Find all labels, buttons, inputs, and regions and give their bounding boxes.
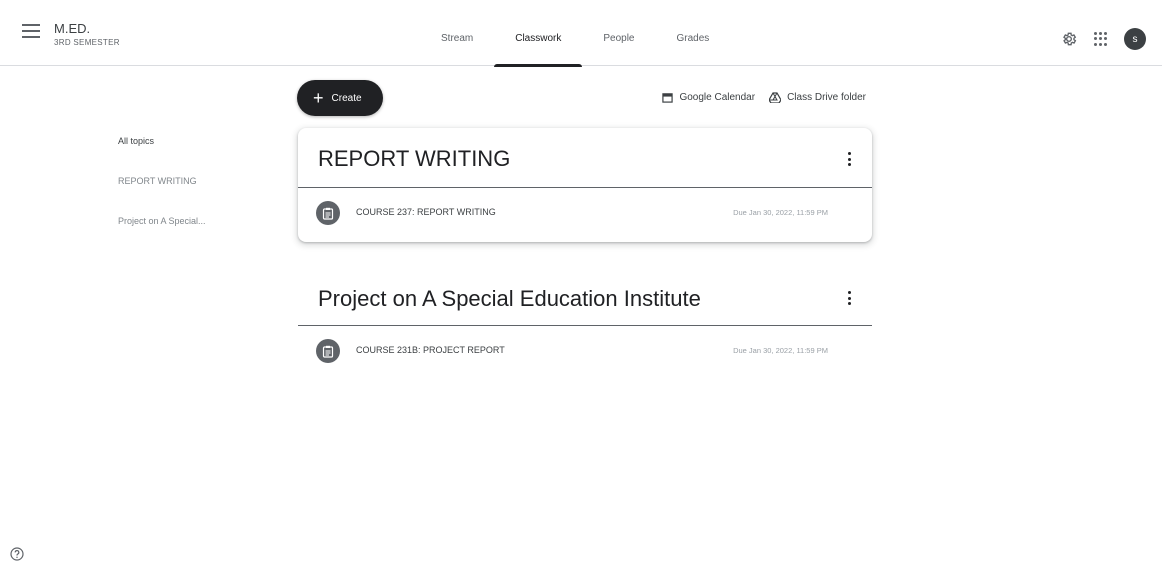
google-calendar-label: Google Calendar — [679, 92, 756, 103]
topic-header: REPORT WRITING — [298, 128, 872, 188]
help-icon[interactable] — [10, 547, 24, 561]
create-button[interactable]: + Create — [297, 80, 383, 116]
tab-classwork[interactable]: Classwork — [494, 0, 583, 67]
topics-list: All topics REPORT WRITING Project on A S… — [118, 136, 206, 256]
settings-gear-icon[interactable] — [1060, 30, 1078, 48]
topic-section-project: Project on A Special Education Institute… — [298, 276, 872, 376]
assignment-item[interactable]: COURSE 231B: PROJECT REPORT Due Jan 30, … — [298, 326, 872, 376]
create-label: Create — [331, 92, 362, 104]
class-section: 3RD SEMESTER — [54, 38, 120, 47]
top-bar: M.ED. 3RD SEMESTER Stream Classwork Peop… — [0, 0, 1162, 67]
account-avatar[interactable]: s — [1124, 28, 1146, 50]
topic-all[interactable]: All topics — [118, 136, 206, 146]
top-actions: s — [1060, 28, 1146, 50]
more-vert-icon[interactable] — [846, 152, 852, 166]
class-drive-link[interactable]: Class Drive folder — [769, 92, 866, 103]
topic-report-writing[interactable]: REPORT WRITING — [118, 176, 206, 186]
assignment-title: COURSE 231B: PROJECT REPORT — [356, 345, 505, 355]
assignment-item[interactable]: COURSE 237: REPORT WRITING Due Jan 30, 2… — [298, 188, 872, 238]
class-tabs: Stream Classwork People Grades — [420, 0, 731, 67]
apps-grid-icon[interactable] — [1094, 32, 1108, 46]
assignment-icon — [316, 339, 340, 363]
topic-section-report-writing: REPORT WRITING COURSE 237: REPORT WRITIN… — [298, 128, 872, 242]
assignment-due-date: Due Jan 30, 2022, 11:59 PM — [733, 208, 828, 217]
drive-icon — [769, 92, 782, 103]
assignment-due-date: Due Jan 30, 2022, 11:59 PM — [733, 346, 828, 355]
calendar-icon — [662, 93, 674, 103]
google-calendar-link[interactable]: Google Calendar — [662, 92, 755, 103]
class-links: Google Calendar Class Drive folder — [662, 92, 866, 103]
topic-title: Project on A Special Education Institute — [318, 286, 701, 311]
main-menu-icon[interactable] — [22, 24, 40, 40]
topic-header: Project on A Special Education Institute — [298, 276, 872, 326]
assignment-title: COURSE 237: REPORT WRITING — [356, 207, 496, 217]
tab-grades[interactable]: Grades — [656, 0, 731, 66]
topic-title: REPORT WRITING — [318, 146, 511, 171]
class-drive-label: Class Drive folder — [787, 92, 866, 103]
tab-stream[interactable]: Stream — [420, 0, 494, 66]
assignment-icon — [316, 201, 340, 225]
tab-people[interactable]: People — [582, 0, 655, 66]
plus-icon: + — [313, 88, 324, 108]
class-name[interactable]: M.ED. — [54, 21, 90, 36]
topic-project[interactable]: Project on A Special... — [118, 216, 206, 226]
more-vert-icon[interactable] — [846, 291, 852, 305]
